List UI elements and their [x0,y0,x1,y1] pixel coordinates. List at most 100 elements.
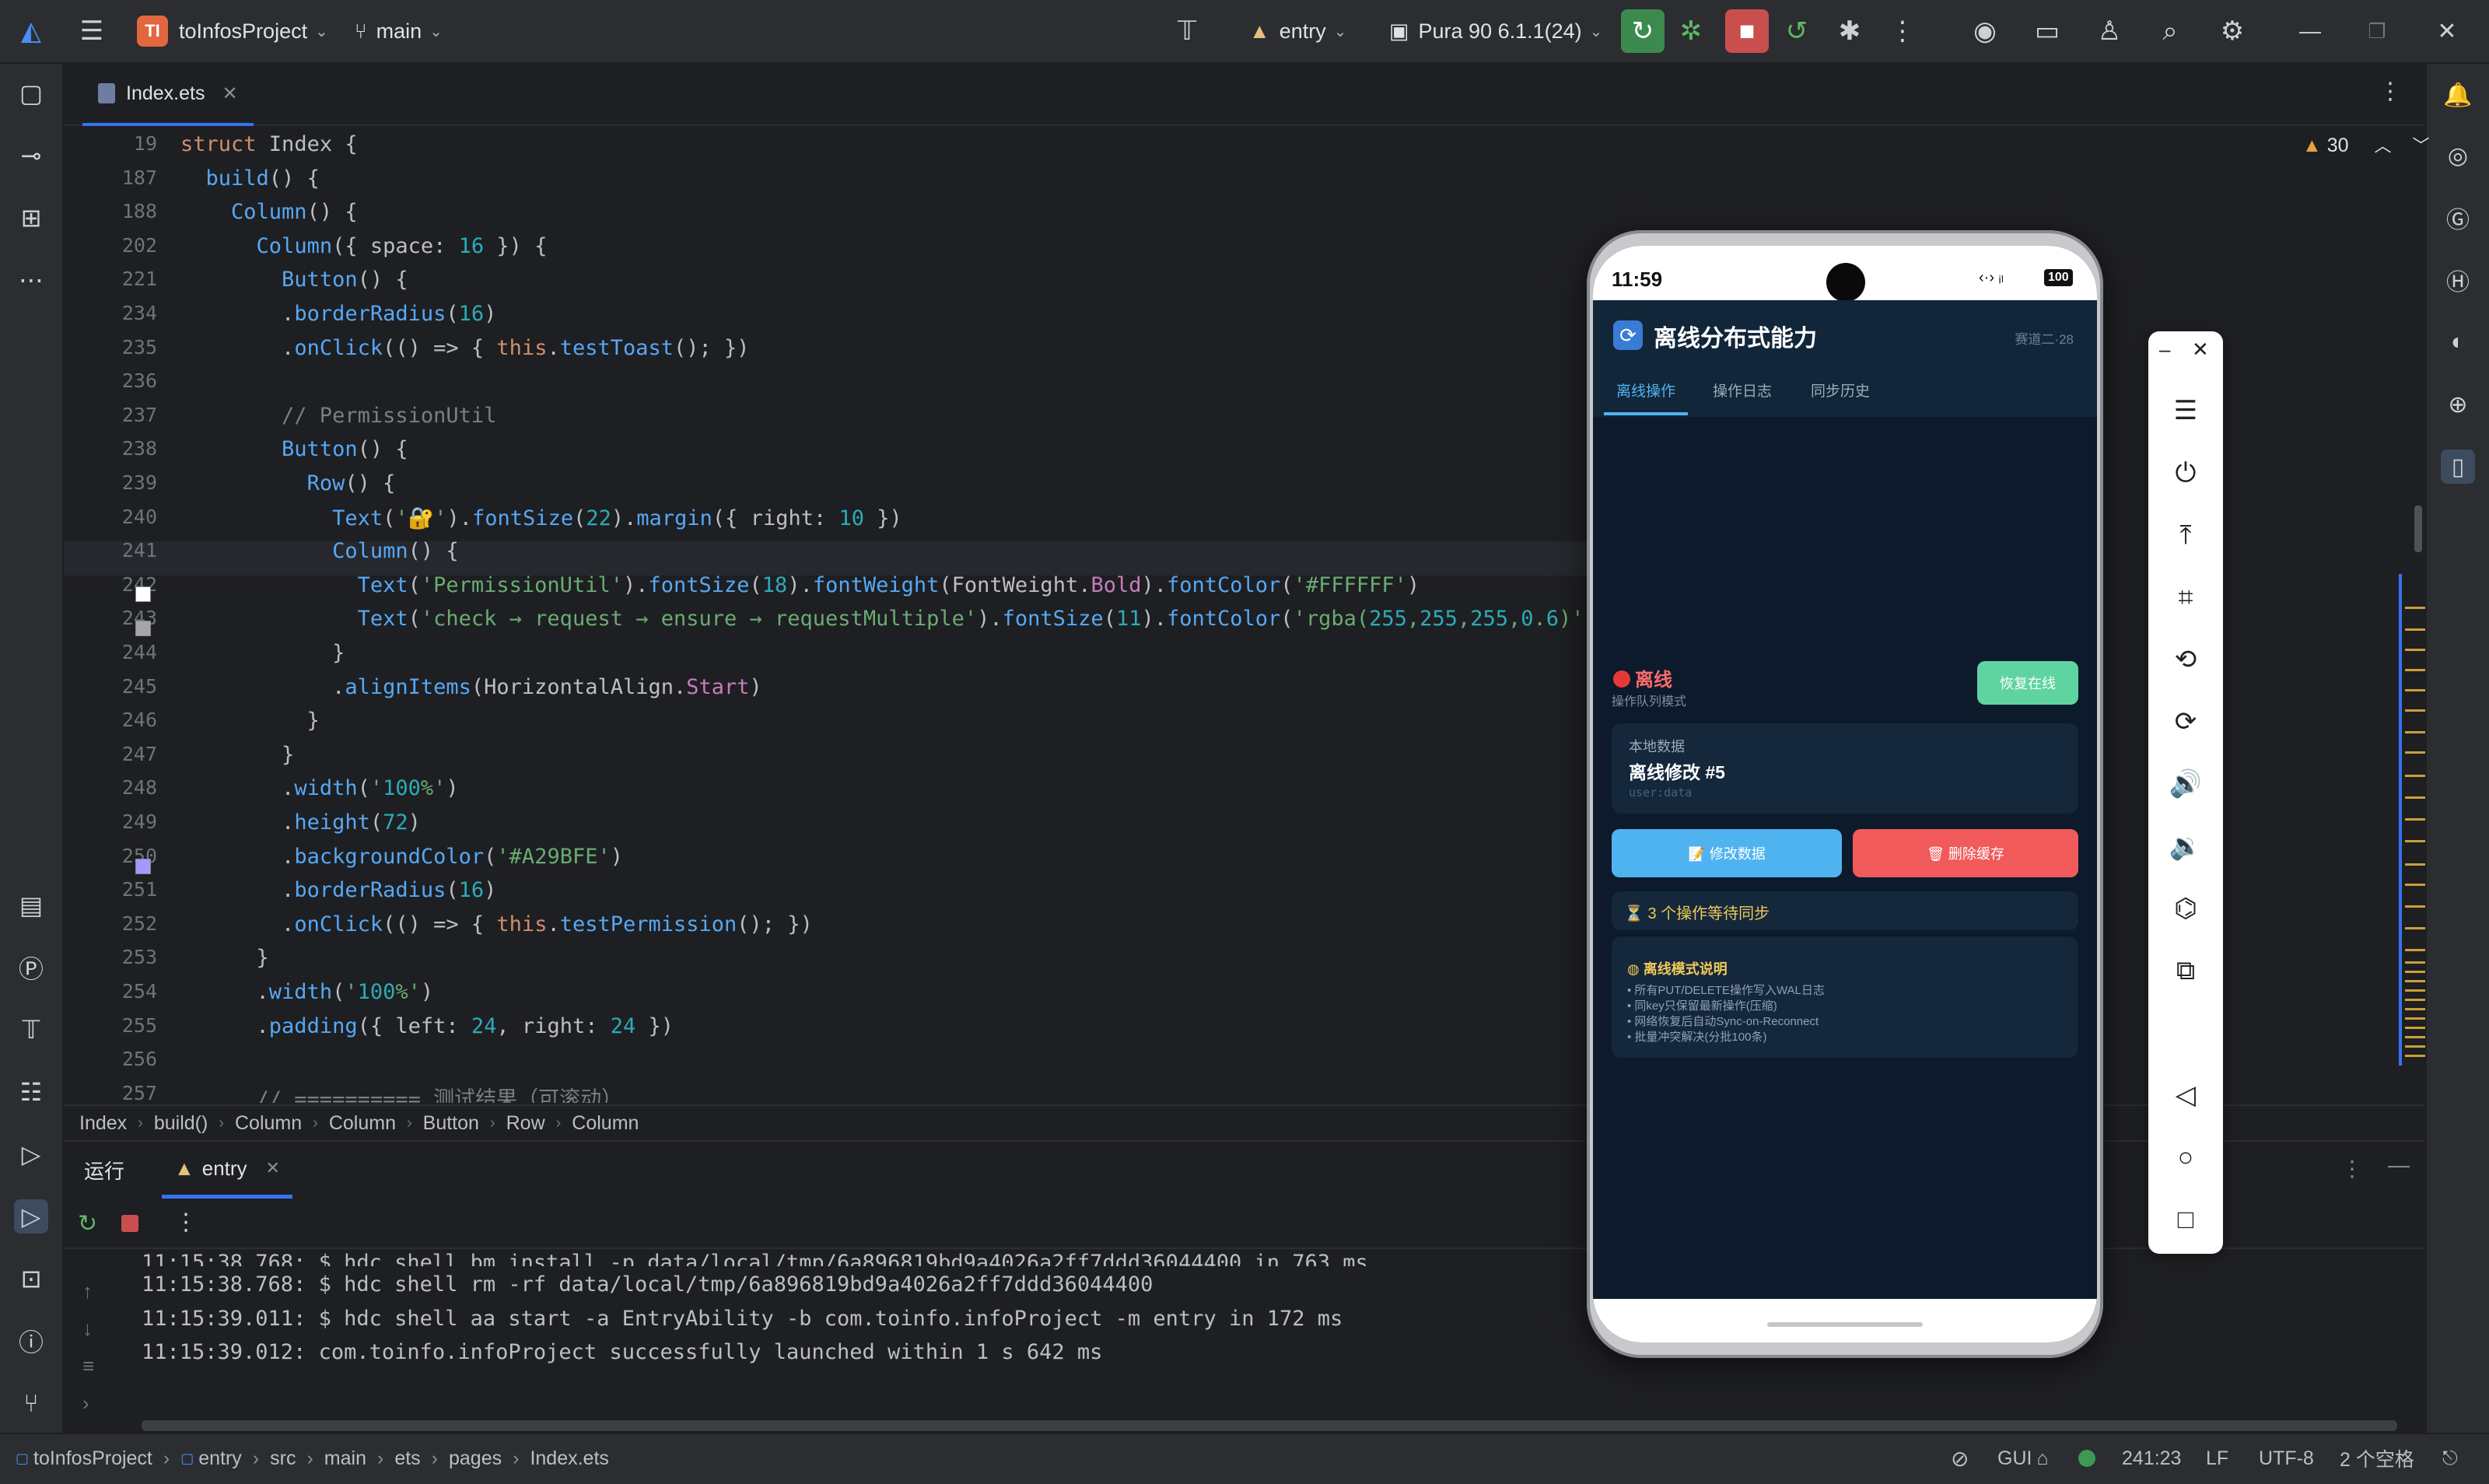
tab-index-ets[interactable]: Index.ets ✕ [82,64,254,127]
code-line[interactable]: .borderRadius(16) [180,302,496,326]
code-line[interactable]: .width('100%') [180,776,459,800]
code-line[interactable]: Column() { [180,200,358,224]
breadcrumb-item[interactable]: Column [329,1112,396,1135]
back-icon[interactable]: ◁ [2167,1076,2204,1114]
minimize-icon[interactable]: — [2293,14,2327,48]
line-number[interactable]: 254 [64,980,157,1003]
main-menu-icon[interactable]: ☰ [75,14,109,48]
commit-icon[interactable]: ⊸ [14,138,48,173]
line-number[interactable]: 252 [64,912,157,935]
structure-icon[interactable]: ⊞ [14,201,48,235]
debug-icon[interactable]: ✲ [1674,14,1708,48]
path-item[interactable]: ets [394,1447,420,1470]
code-line[interactable]: Column() { [180,539,459,563]
panel-options-icon[interactable]: ⋮ [2341,1156,2363,1181]
problems-icon[interactable]: ⓘ [14,1324,48,1358]
line-number[interactable]: 245 [64,675,157,698]
code-line[interactable]: .onClick(() => { this.testToast(); }) [180,336,750,360]
editor-scrollbar-thumb[interactable] [2414,506,2422,552]
line-separator[interactable]: LF [2206,1434,2228,1482]
app-tab[interactable]: 同步历史 [1798,378,1882,412]
restore-online-button[interactable]: 恢复在线 [1977,661,2078,705]
code-line[interactable]: Button() { [180,437,408,461]
path-item[interactable]: src [270,1447,296,1470]
indent-setting[interactable]: 2 个空格 [2340,1434,2414,1482]
rotate-left-icon[interactable]: ⟲ [2167,641,2204,678]
no-power-save-icon[interactable]: ⊘ [1951,1434,1969,1482]
run-tool-icon[interactable]: ▷ [14,1199,48,1234]
code-line[interactable]: Text('🔐').fontSize(22).margin({ right: 1… [180,506,902,530]
settings-icon[interactable]: ⚙ [2215,14,2249,48]
code-line[interactable]: Column({ space: 16 }) { [180,234,548,258]
path-item[interactable]: Index.ets [530,1447,608,1470]
color-swatch-white[interactable] [135,586,151,602]
codelinter-icon[interactable]: ◐ [2441,325,2475,359]
ai-assistant-icon[interactable]: ⊕ [2441,387,2475,422]
table-icon[interactable]: ▤ [14,888,48,922]
rerun-icon[interactable]: ↻ [78,1210,97,1237]
project-view-icon[interactable]: ▢ [14,76,48,110]
color-swatch-rgba[interactable] [135,621,151,636]
notifications-icon[interactable]: 🔔 [2441,78,2475,112]
tab-options-icon[interactable]: ⋮ [2379,78,2402,105]
device-mirror-icon[interactable]: ▯ [2441,450,2475,484]
line-number[interactable]: 188 [64,200,157,222]
line-number[interactable]: 238 [64,437,157,460]
folder-icon[interactable]: ▭ [2030,14,2064,48]
emu-menu-icon[interactable]: ☰ [2167,392,2204,429]
line-number[interactable]: 257 [64,1082,157,1103]
services-icon[interactable]: ▷ [14,1137,48,1171]
code-line[interactable]: Button() { [180,268,408,292]
line-number[interactable]: 255 [64,1014,157,1037]
breadcrumb-item[interactable]: Column [572,1112,639,1135]
line-number[interactable]: 241 [64,539,157,562]
gradle-icon[interactable]: Ⓖ [2441,201,2475,235]
color-swatch-purple[interactable] [135,859,151,874]
path-item[interactable]: main [324,1447,366,1470]
line-number[interactable]: 202 [64,234,157,257]
power-icon[interactable]: ⏻ [2167,454,2204,492]
modify-data-button[interactable]: 📝 修改数据 [1612,829,1842,877]
emu-minimize-icon[interactable]: – [2159,338,2170,362]
line-number[interactable]: 247 [64,743,157,765]
line-number[interactable]: 248 [64,776,157,799]
app-tab[interactable]: 操作日志 [1700,378,1784,412]
module-selector[interactable]: ▲ entry ⌄ [1249,0,1347,62]
terminal-icon[interactable]: ⊡ [14,1262,48,1296]
line-number[interactable]: 249 [64,810,157,833]
search-icon[interactable]: ⌕ [2153,14,2187,48]
close-tab-icon[interactable]: ✕ [266,1158,280,1178]
app-tab[interactable]: 离线操作 [1604,378,1689,415]
code-line[interactable]: } [180,709,320,733]
code-line[interactable]: } [180,743,294,767]
build-icon[interactable]: 𝕋 [1170,14,1204,48]
upload-icon[interactable]: ⤒ [2167,516,2204,554]
project-selector[interactable]: TI toInfosProject ⌄ [137,0,328,62]
line-number[interactable]: 237 [64,404,157,426]
code-line[interactable]: Row() { [180,471,396,495]
close-tab-icon[interactable]: ✕ [222,82,237,105]
attach-debugger-icon[interactable]: ✱ [1833,14,1867,48]
line-number[interactable]: 244 [64,641,157,663]
git-icon[interactable]: ⑂ [14,1386,48,1420]
code-line[interactable]: .borderRadius(16) [180,878,496,902]
soft-wrap-icon[interactable]: ≡ [82,1347,94,1384]
account-icon[interactable]: ♙ [2092,14,2127,48]
code-line[interactable]: build() { [180,166,320,191]
device-selector[interactable]: ▣ Pura 90 6.1.1(24) ⌄ [1389,0,1602,62]
close-window-icon[interactable]: ✕ [2430,14,2464,48]
profiler-icon[interactable]: Ⓟ [14,950,48,985]
breadcrumb-item[interactable]: Index [79,1112,127,1135]
code-line[interactable]: struct Index { [180,132,358,156]
breadcrumb-item[interactable]: Row [506,1112,545,1135]
code-line[interactable]: } [180,641,345,665]
chevron-down-icon[interactable]: ﹀ [2412,136,2429,156]
line-number[interactable]: 235 [64,336,157,359]
breadcrumb-item[interactable]: build() [154,1112,208,1135]
rerun-icon[interactable]: ↻ [1621,9,1665,53]
recents-icon[interactable]: □ [2167,1201,2204,1238]
path-item[interactable]: toInfosProject [33,1447,152,1470]
line-number[interactable]: 187 [64,166,157,189]
emu-close-icon[interactable]: ✕ [2192,338,2209,362]
branch-selector[interactable]: ⑂ main ⌄ [355,0,443,62]
